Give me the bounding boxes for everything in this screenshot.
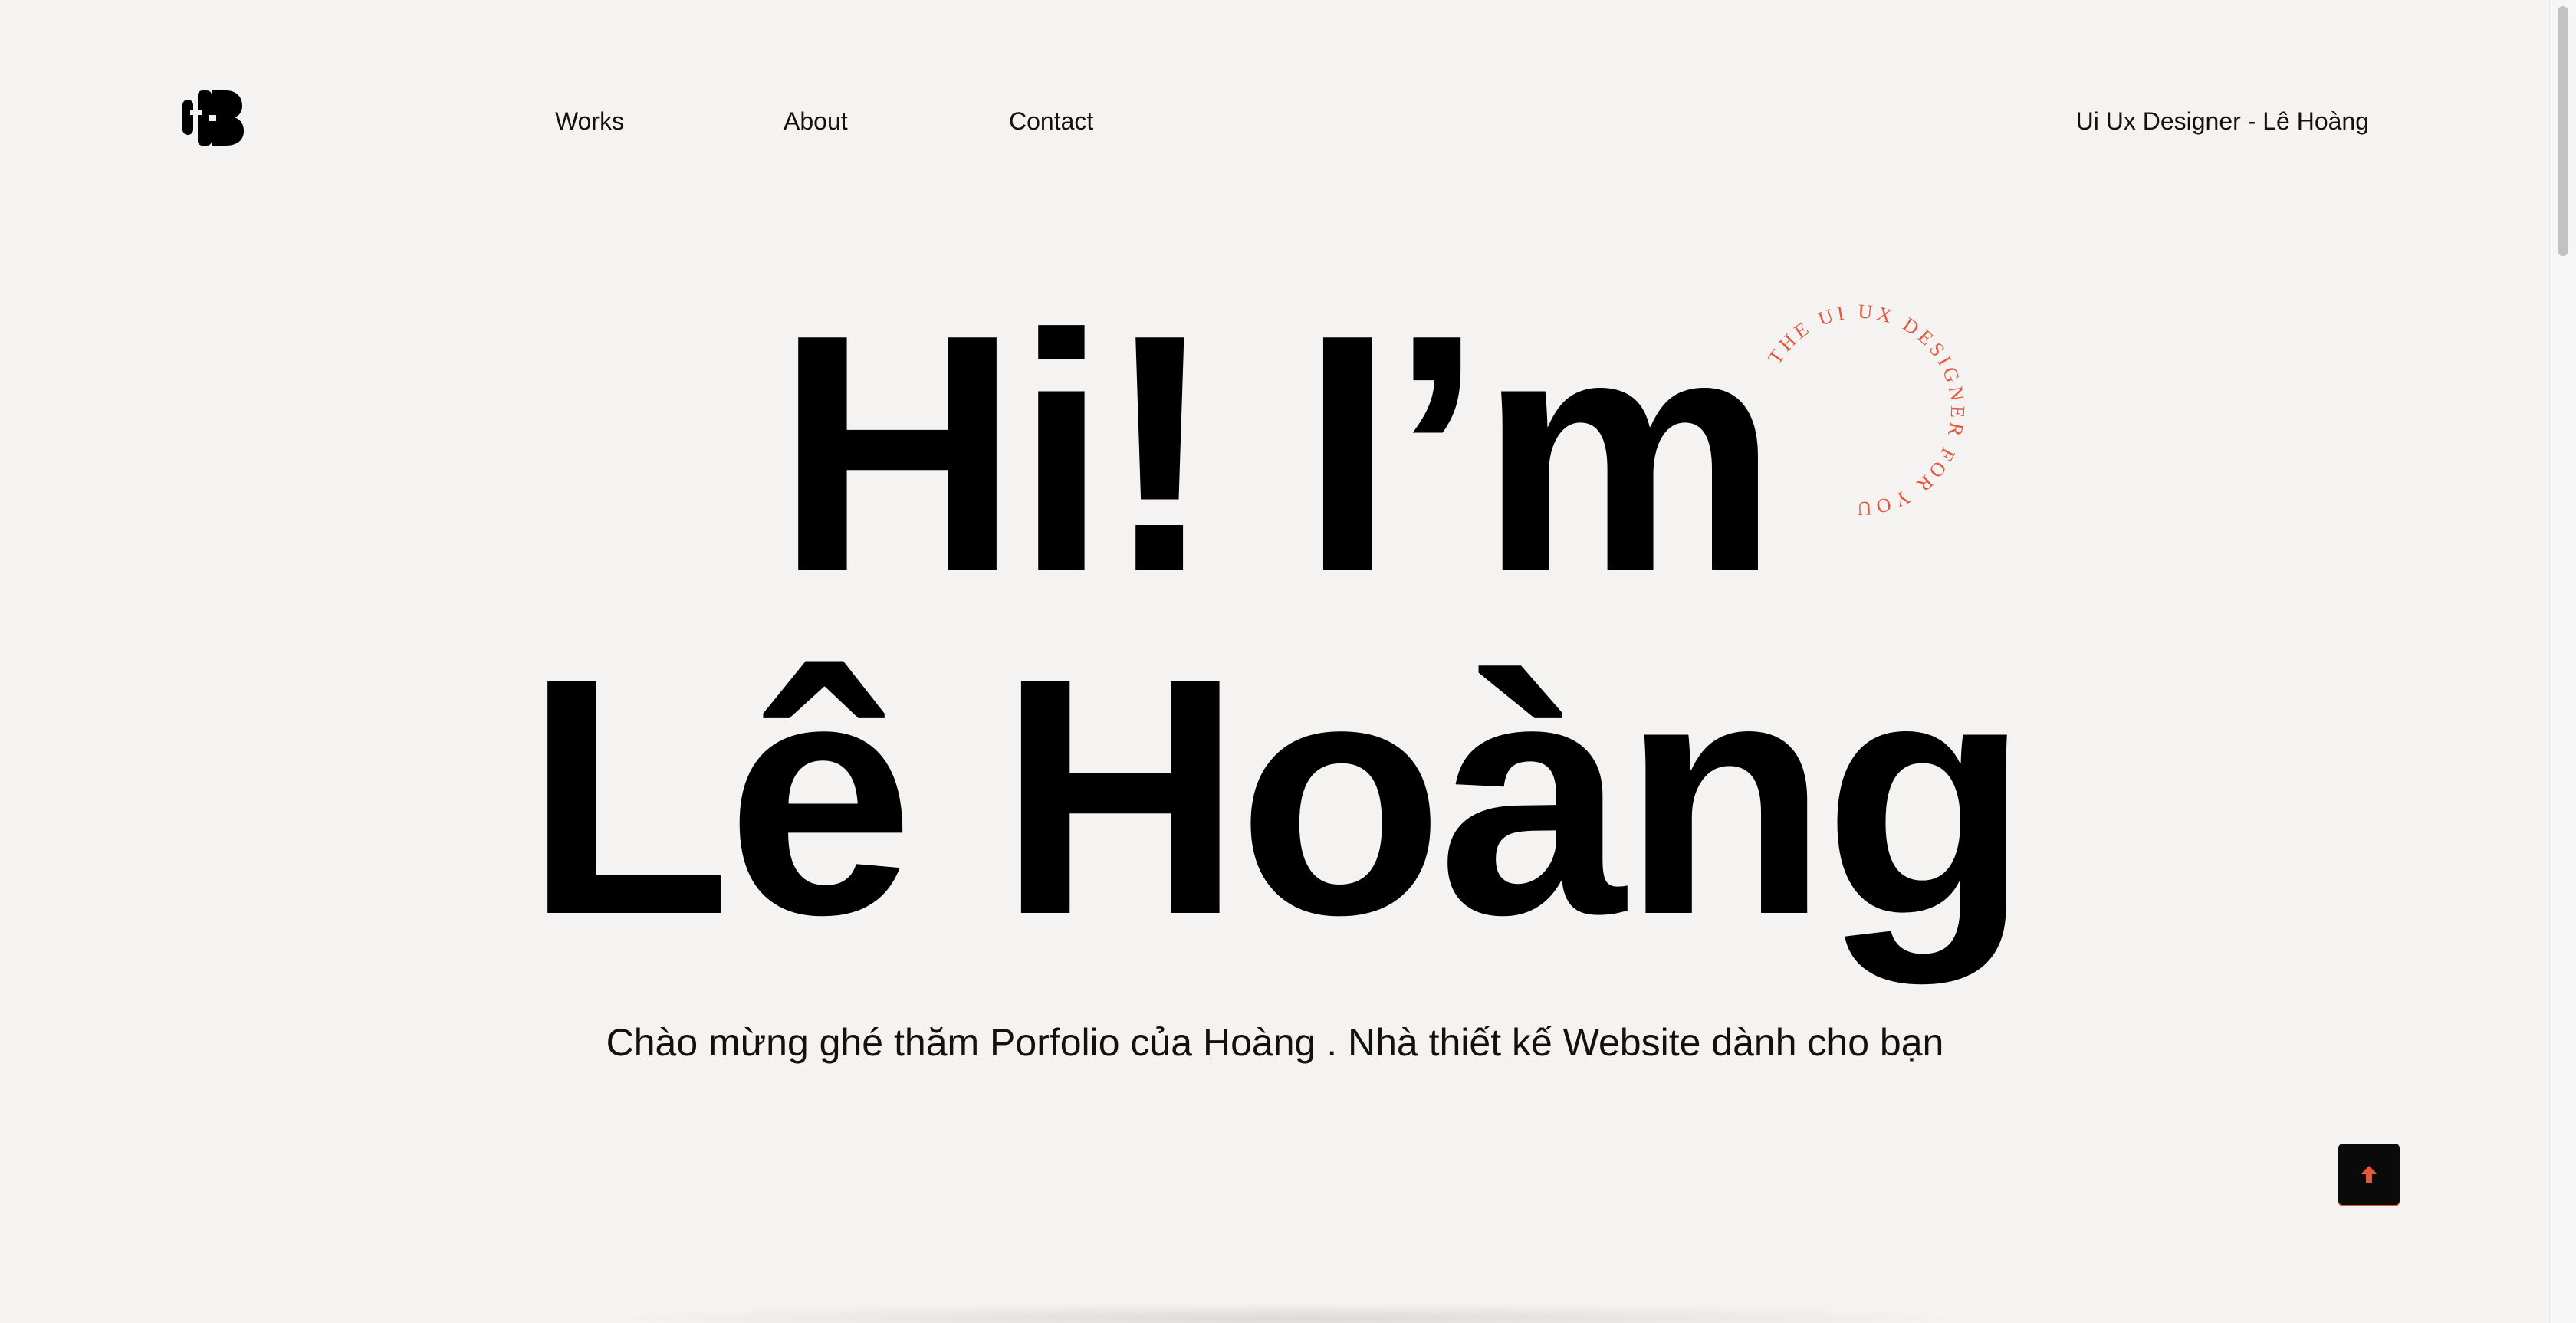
nav-works-link[interactable]: Works bbox=[555, 106, 624, 136]
circular-text-badge: THE UI UX DESIGNER FOR YOU bbox=[1763, 300, 1969, 520]
nav-about-link[interactable]: About bbox=[784, 106, 848, 136]
header-tagline: Ui Ux Designer - Lê Hoàng bbox=[2075, 107, 2369, 135]
hero-heading-line-1: Hi! I’m bbox=[775, 265, 1779, 642]
nav-contact-link[interactable]: Contact bbox=[1009, 106, 1093, 136]
hb-logo-icon[interactable] bbox=[181, 87, 245, 149]
section-shadow bbox=[598, 1303, 1978, 1323]
hero-subtitle: Chào mừng ghé thăm Porfolio của Hoàng . … bbox=[606, 1021, 1944, 1064]
arrow-up-icon bbox=[2361, 1166, 2377, 1183]
page: Works About Contact Ui Ux Designer - Lê … bbox=[0, 0, 2550, 1323]
vertical-scrollbar[interactable] bbox=[2549, 0, 2576, 1323]
badge-text: THE UI UX DESIGNER FOR YOU bbox=[1763, 300, 1969, 520]
scrollbar-thumb[interactable] bbox=[2558, 6, 2568, 256]
hero-heading-line-2: Lê Hoàng bbox=[524, 609, 2030, 985]
scroll-to-top-button[interactable] bbox=[2338, 1144, 2400, 1205]
